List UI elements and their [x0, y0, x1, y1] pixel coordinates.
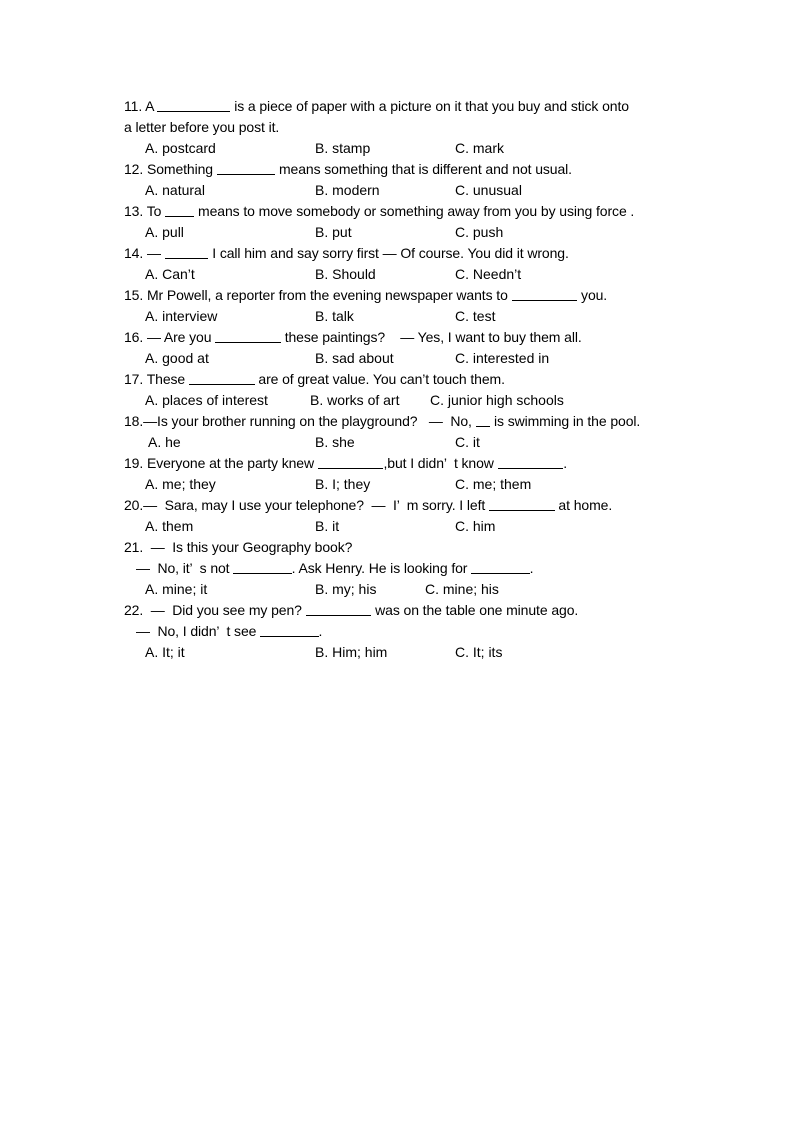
- answer-option[interactable]: B. modern: [315, 180, 380, 201]
- answer-option[interactable]: C. Needn’t: [455, 264, 521, 285]
- answer-blank: [188, 371, 255, 385]
- answer-option[interactable]: A. me; they: [145, 474, 216, 495]
- answer-option[interactable]: A. Can’t: [145, 264, 195, 285]
- option-row: A. them B. it C. him: [124, 516, 684, 537]
- option-row: A. places of interest B. works of art C. j…: [124, 390, 684, 411]
- answer-option[interactable]: B. it: [315, 516, 339, 537]
- answer-blank: [475, 413, 491, 427]
- answer-option[interactable]: C. test: [455, 306, 495, 327]
- answer-blank: [164, 245, 209, 259]
- answer-option[interactable]: A. pull: [145, 222, 184, 243]
- option-row: A. natural B. modern C. unusual: [124, 180, 684, 201]
- answer-option[interactable]: B. put: [315, 222, 352, 243]
- answer-blank: [305, 602, 372, 616]
- question-item: 17. These are of great value. You can’t …: [124, 369, 684, 411]
- answer-blank: [488, 497, 555, 511]
- answer-blank: [471, 560, 530, 574]
- answer-option[interactable]: C. me; them: [455, 474, 531, 495]
- answer-option[interactable]: B. she: [315, 432, 355, 453]
- question-text-line: a letter before you post it.: [124, 119, 280, 135]
- answer-option[interactable]: A. places of interest: [145, 390, 268, 411]
- question-item: 15. Mr Powell, a reporter from the eveni…: [124, 285, 684, 327]
- answer-option[interactable]: C. it: [455, 432, 480, 453]
- question-text-line: 13. To means to move somebody or somethi…: [124, 203, 635, 219]
- answer-option[interactable]: B. sad about: [315, 348, 394, 369]
- question-item: 20.— Sara, may I use your telephone? — I…: [124, 495, 684, 537]
- question-item: 22. — Did you see my pen? was on the tab…: [124, 600, 684, 663]
- answer-option[interactable]: C. It; its: [455, 642, 502, 663]
- answer-blank: [511, 287, 578, 301]
- option-row: A. pull B. put C. push: [124, 222, 684, 243]
- option-row: A. It; it B. Him; him C. It; its: [124, 642, 684, 663]
- answer-option[interactable]: A. he: [148, 432, 181, 453]
- answer-blank: [497, 455, 564, 469]
- answer-option[interactable]: A. them: [145, 516, 193, 537]
- answer-option[interactable]: C. mine; his: [425, 579, 499, 600]
- option-row: A. good at B. sad about C. interested in: [124, 348, 684, 369]
- answer-option[interactable]: A. interview: [145, 306, 217, 327]
- answer-option[interactable]: C. mark: [455, 138, 504, 159]
- question-item: 19. Everyone at the party knew ,but I di…: [124, 453, 684, 495]
- answer-option[interactable]: A. mine; it: [145, 579, 207, 600]
- answer-option[interactable]: A. good at: [145, 348, 209, 369]
- answer-option[interactable]: C. him: [455, 516, 495, 537]
- answer-option[interactable]: B. my; his: [315, 579, 376, 600]
- question-item: 14. — I call him and say sorry first — O…: [124, 243, 684, 285]
- question-text-line: — No, I didn’ t see .: [136, 623, 323, 639]
- answer-option[interactable]: B. Should: [315, 264, 376, 285]
- question-text-line: 15. Mr Powell, a reporter from the eveni…: [124, 287, 608, 303]
- answer-option[interactable]: C. junior high schools: [430, 390, 564, 411]
- question-text-line: 21. — Is this your Geography book?: [124, 539, 353, 555]
- answer-blank: [216, 161, 276, 175]
- answer-option[interactable]: A. It; it: [145, 642, 185, 663]
- answer-option[interactable]: B. works of art: [310, 390, 399, 411]
- answer-blank: [260, 623, 319, 637]
- option-row: A. postcard B. stamp C. mark: [124, 138, 684, 159]
- answer-option[interactable]: B. Him; him: [315, 642, 387, 663]
- question-item: 21. — Is this your Geography book? — No, …: [124, 537, 684, 600]
- answer-option[interactable]: C. push: [455, 222, 503, 243]
- option-row: A. me; they B. I; they C. me; them: [124, 474, 684, 495]
- answer-option[interactable]: A. postcard: [145, 138, 216, 159]
- question-item: 12. Something means something that is di…: [124, 159, 684, 201]
- question-text-line: 18.—Is your brother running on the playg…: [124, 413, 641, 429]
- question-text-line: 14. — I call him and say sorry first — O…: [124, 245, 569, 261]
- question-text-line: 11. A is a piece of paper with a picture…: [124, 98, 629, 114]
- question-text-line: 22. — Did you see my pen? was on the tab…: [124, 602, 579, 618]
- question-item: 11. A is a piece of paper with a picture…: [124, 96, 684, 159]
- answer-blank: [215, 329, 281, 343]
- option-row: A. mine; it B. my; his C. mine; his: [124, 579, 684, 600]
- option-row: A. Can’t B. Should C. Needn’t: [124, 264, 684, 285]
- question-text-line: 19. Everyone at the party knew ,but I di…: [124, 455, 568, 471]
- answer-option[interactable]: B. I; they: [315, 474, 370, 495]
- answer-option[interactable]: B. talk: [315, 306, 354, 327]
- question-text-line: 20.— Sara, may I use your telephone? — I…: [124, 497, 613, 513]
- option-row: A. interview B. talk C. test: [124, 306, 684, 327]
- question-text-line: 17. These are of great value. You can’t …: [124, 371, 505, 387]
- answer-option[interactable]: A. natural: [145, 180, 205, 201]
- answer-blank: [233, 560, 292, 574]
- answer-option[interactable]: C. unusual: [455, 180, 522, 201]
- answer-option[interactable]: B. stamp: [315, 138, 370, 159]
- answer-blank: [165, 203, 195, 217]
- answer-blank: [317, 455, 384, 469]
- answer-option[interactable]: C. interested in: [455, 348, 549, 369]
- question-item: 13. To means to move somebody or somethi…: [124, 201, 684, 243]
- question-text-line: 16. — Are you these paintings? — Yes, I …: [124, 329, 582, 345]
- question-item: 18.—Is your brother running on the playg…: [124, 411, 684, 453]
- answer-blank: [157, 98, 231, 112]
- question-text-line: 12. Something means something that is di…: [124, 161, 572, 177]
- worksheet-body: 11. A is a piece of paper with a picture…: [124, 96, 684, 663]
- question-text-line: — No, it’ s not . Ask Henry. He is looki…: [136, 560, 534, 576]
- question-item: 16. — Are you these paintings? — Yes, I …: [124, 327, 684, 369]
- option-row: A. he B. she C. it: [124, 432, 684, 453]
- page-canvas: 11. A is a piece of paper with a picture…: [0, 0, 794, 1123]
